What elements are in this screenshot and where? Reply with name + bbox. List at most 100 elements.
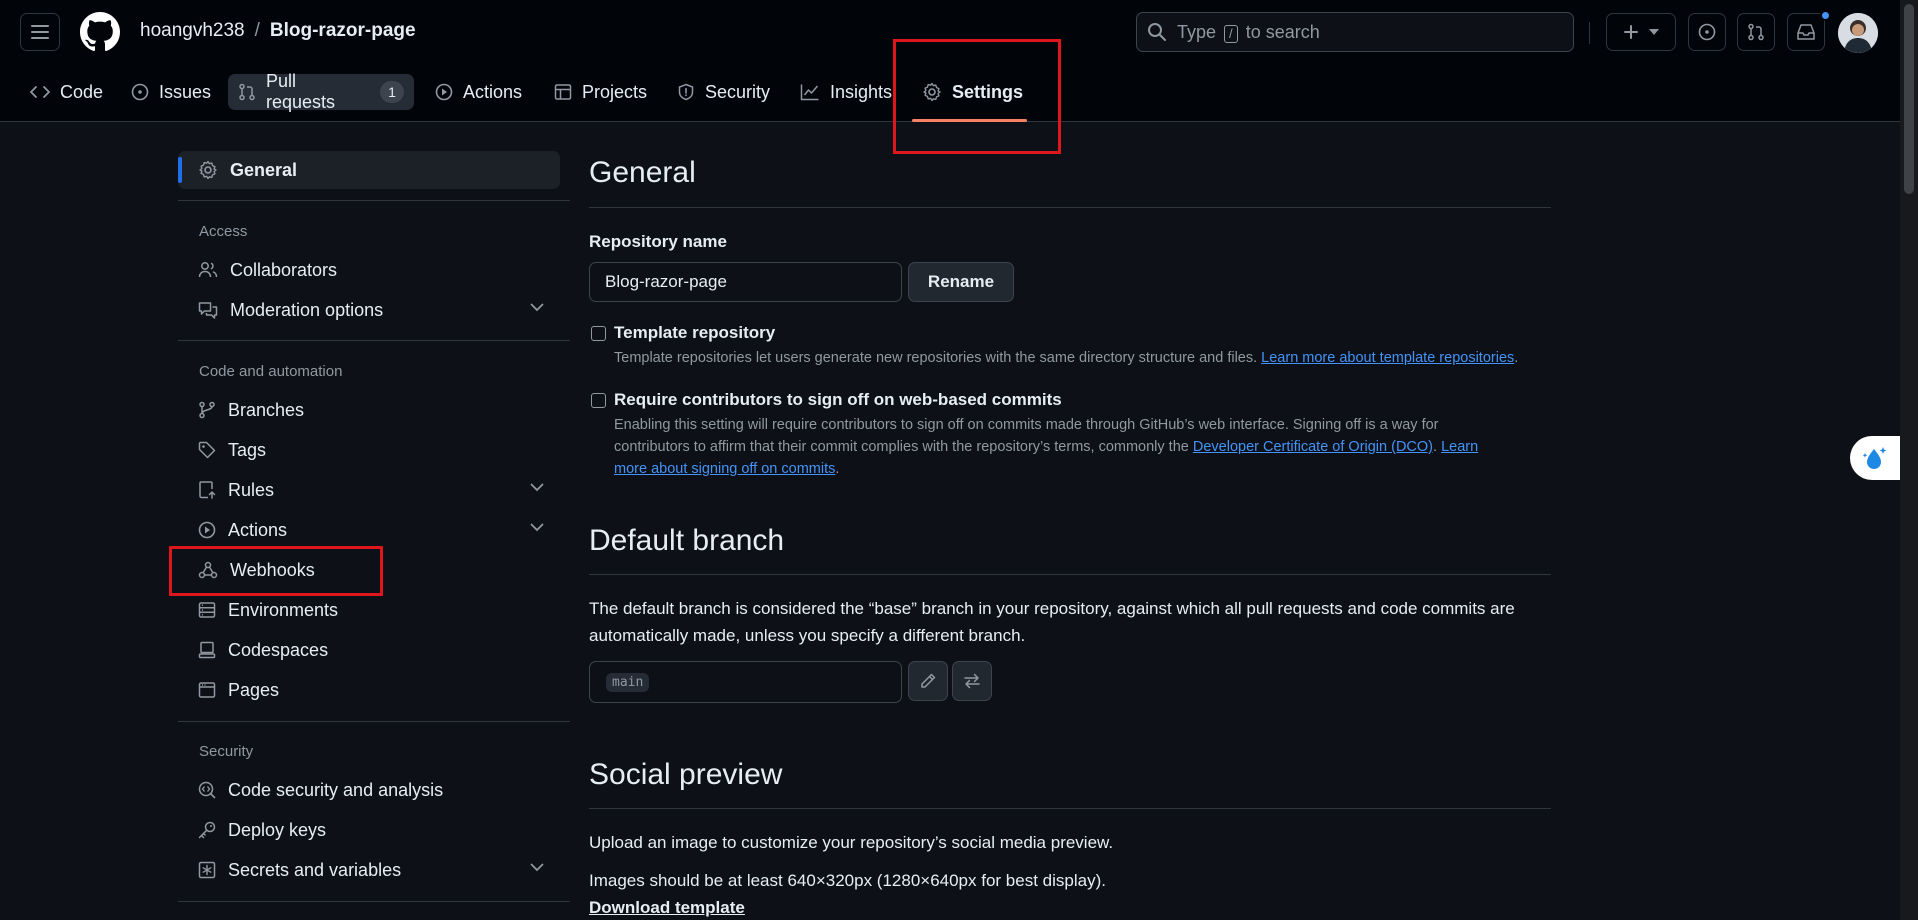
sidebar-item-moderation-options[interactable]: Moderation options: [178, 291, 560, 329]
sidebar-divider: [178, 340, 570, 341]
sidebar-item-label: Pages: [228, 679, 280, 700]
plus-icon: [1623, 24, 1639, 40]
play-icon: [435, 83, 453, 101]
sidebar-item-secrets-variables[interactable]: Secrets and variables: [178, 851, 560, 889]
play-icon: [198, 521, 216, 539]
template-repository-description: Template repositories let users generate…: [614, 350, 1519, 366]
tab-insights[interactable]: Insights: [790, 74, 902, 110]
chevron-down-icon: [530, 303, 544, 312]
default-branch-name: main: [606, 672, 650, 692]
gear-icon: [922, 82, 942, 102]
search-placeholder: Type / to search: [1177, 21, 1320, 43]
learn-more-signoff-link-continued[interactable]: more about signing off on commits: [614, 461, 835, 477]
tab-projects-label: Projects: [582, 81, 648, 102]
default-branch-description: The default branch is considered the “ba…: [589, 599, 1515, 645]
tag-icon: [198, 441, 216, 459]
webhook-icon: [198, 561, 218, 579]
repository-name-value: Blog-razor-page: [605, 272, 727, 291]
hamburger-icon: [31, 24, 49, 40]
tab-security[interactable]: Security: [667, 74, 780, 110]
rename-branch-button[interactable]: [908, 661, 948, 701]
tab-pull-requests-label: Pull requests: [266, 71, 336, 112]
inbox-button[interactable]: [1787, 13, 1825, 51]
sidebar-item-label: Deploy keys: [228, 819, 327, 840]
git-pull-request-icon: [1747, 23, 1765, 41]
social-preview-title: Social preview: [589, 758, 783, 791]
download-template-link[interactable]: Download template: [589, 894, 745, 920]
template-repository-checkbox[interactable]: [591, 326, 606, 341]
sidebar-item-code-security[interactable]: Code security and analysis: [178, 771, 560, 809]
signoff-title: Require contributors to sign off on web-…: [614, 390, 1062, 409]
sidebar-item-label: Actions: [228, 519, 288, 540]
sidebar-heading-security: Security: [199, 743, 254, 760]
sidebar-item-label: Environments: [228, 599, 339, 620]
breadcrumb-owner[interactable]: hoangvh238: [140, 20, 245, 42]
tab-issues-label: Issues: [159, 81, 212, 102]
sidebar-item-label: Moderation options: [230, 299, 384, 320]
tab-insights-label: Insights: [830, 81, 893, 102]
hamburger-menu-button[interactable]: [20, 13, 60, 51]
pull-requests-count-badge: 1: [380, 81, 404, 103]
git-branch-icon: [198, 401, 216, 419]
sidebar-item-webhooks[interactable]: Webhooks: [178, 551, 560, 589]
pull-requests-shortcut-button[interactable]: [1737, 13, 1775, 51]
default-branch-title: Default branch: [589, 524, 785, 557]
sidebar-item-general[interactable]: General: [178, 151, 560, 189]
dco-link[interactable]: Developer Certificate of Origin (DCO): [1193, 439, 1433, 455]
sidebar-item-deploy-keys[interactable]: Deploy keys: [178, 811, 560, 849]
signoff-checkbox[interactable]: [591, 393, 606, 408]
search-input[interactable]: Type / to search: [1136, 12, 1574, 52]
chevron-down-icon: [530, 523, 544, 532]
tab-issues[interactable]: Issues: [121, 74, 221, 110]
sidebar-item-pages[interactable]: Pages: [178, 671, 560, 709]
inbox-icon: [1796, 23, 1816, 41]
tab-code[interactable]: Code: [20, 74, 113, 110]
search-shortcut-key: /: [1224, 24, 1238, 43]
sidebar-item-label: General: [230, 159, 298, 180]
page-scrollbar[interactable]: [1900, 0, 1918, 920]
comment-discussion-icon: [198, 301, 218, 319]
sidebar-item-rules[interactable]: Rules: [178, 471, 560, 509]
create-new-button[interactable]: [1606, 13, 1676, 51]
server-icon: [198, 601, 216, 619]
social-preview-description: Upload an image to customize your reposi…: [589, 833, 1114, 852]
tab-projects[interactable]: Projects: [544, 74, 657, 110]
sidebar-item-label: Tags: [228, 439, 267, 460]
repo-push-icon: [198, 481, 216, 499]
breadcrumb-repo[interactable]: Blog-razor-page: [270, 20, 416, 42]
switch-default-branch-button[interactable]: [952, 661, 992, 701]
codescan-icon: [198, 781, 216, 799]
section-divider: [589, 808, 1551, 809]
sidebar-item-codespaces[interactable]: Codespaces: [178, 631, 560, 669]
scrollbar-thumb[interactable]: [1904, 4, 1914, 194]
gear-icon: [198, 160, 218, 180]
sidebar-item-collaborators[interactable]: Collaborators: [178, 251, 560, 289]
sidebar-item-label: Code security and analysis: [228, 779, 444, 800]
tab-security-label: Security: [705, 81, 771, 102]
sidebar-item-actions[interactable]: Actions: [178, 511, 560, 549]
tab-actions[interactable]: Actions: [425, 74, 532, 110]
issues-shortcut-button[interactable]: [1688, 13, 1726, 51]
learn-more-template-link[interactable]: Learn more about template repositories: [1261, 350, 1514, 366]
repo-nav-tabs: Code Issues Pull requests 1 Actions Proj…: [0, 70, 1900, 122]
sidebar-item-branches[interactable]: Branches: [178, 391, 560, 429]
github-logo[interactable]: [80, 12, 120, 52]
avatar[interactable]: [1838, 13, 1878, 53]
tab-settings-label: Settings: [952, 81, 1024, 102]
sidebar-item-tags[interactable]: Tags: [178, 431, 560, 469]
sidebar-item-environments[interactable]: Environments: [178, 591, 560, 629]
tab-settings[interactable]: Settings: [912, 74, 1033, 110]
section-divider: [589, 207, 1551, 208]
repository-name-input[interactable]: Blog-razor-page: [589, 262, 902, 302]
rename-button[interactable]: Rename: [908, 262, 1014, 302]
sidebar-item-label: Secrets and variables: [228, 859, 402, 880]
template-repository-title: Template repository: [614, 323, 776, 342]
learn-more-signoff-link[interactable]: Learn: [1441, 439, 1478, 455]
sidebar-item-label: Codespaces: [228, 639, 329, 660]
key-icon: [198, 821, 216, 839]
tab-pull-requests[interactable]: Pull requests 1: [228, 71, 414, 112]
floating-extension-button[interactable]: [1850, 436, 1900, 480]
notification-indicator: [1820, 10, 1831, 21]
chevron-down-icon: [530, 483, 544, 492]
sidebar-item-label: Rules: [228, 479, 275, 500]
